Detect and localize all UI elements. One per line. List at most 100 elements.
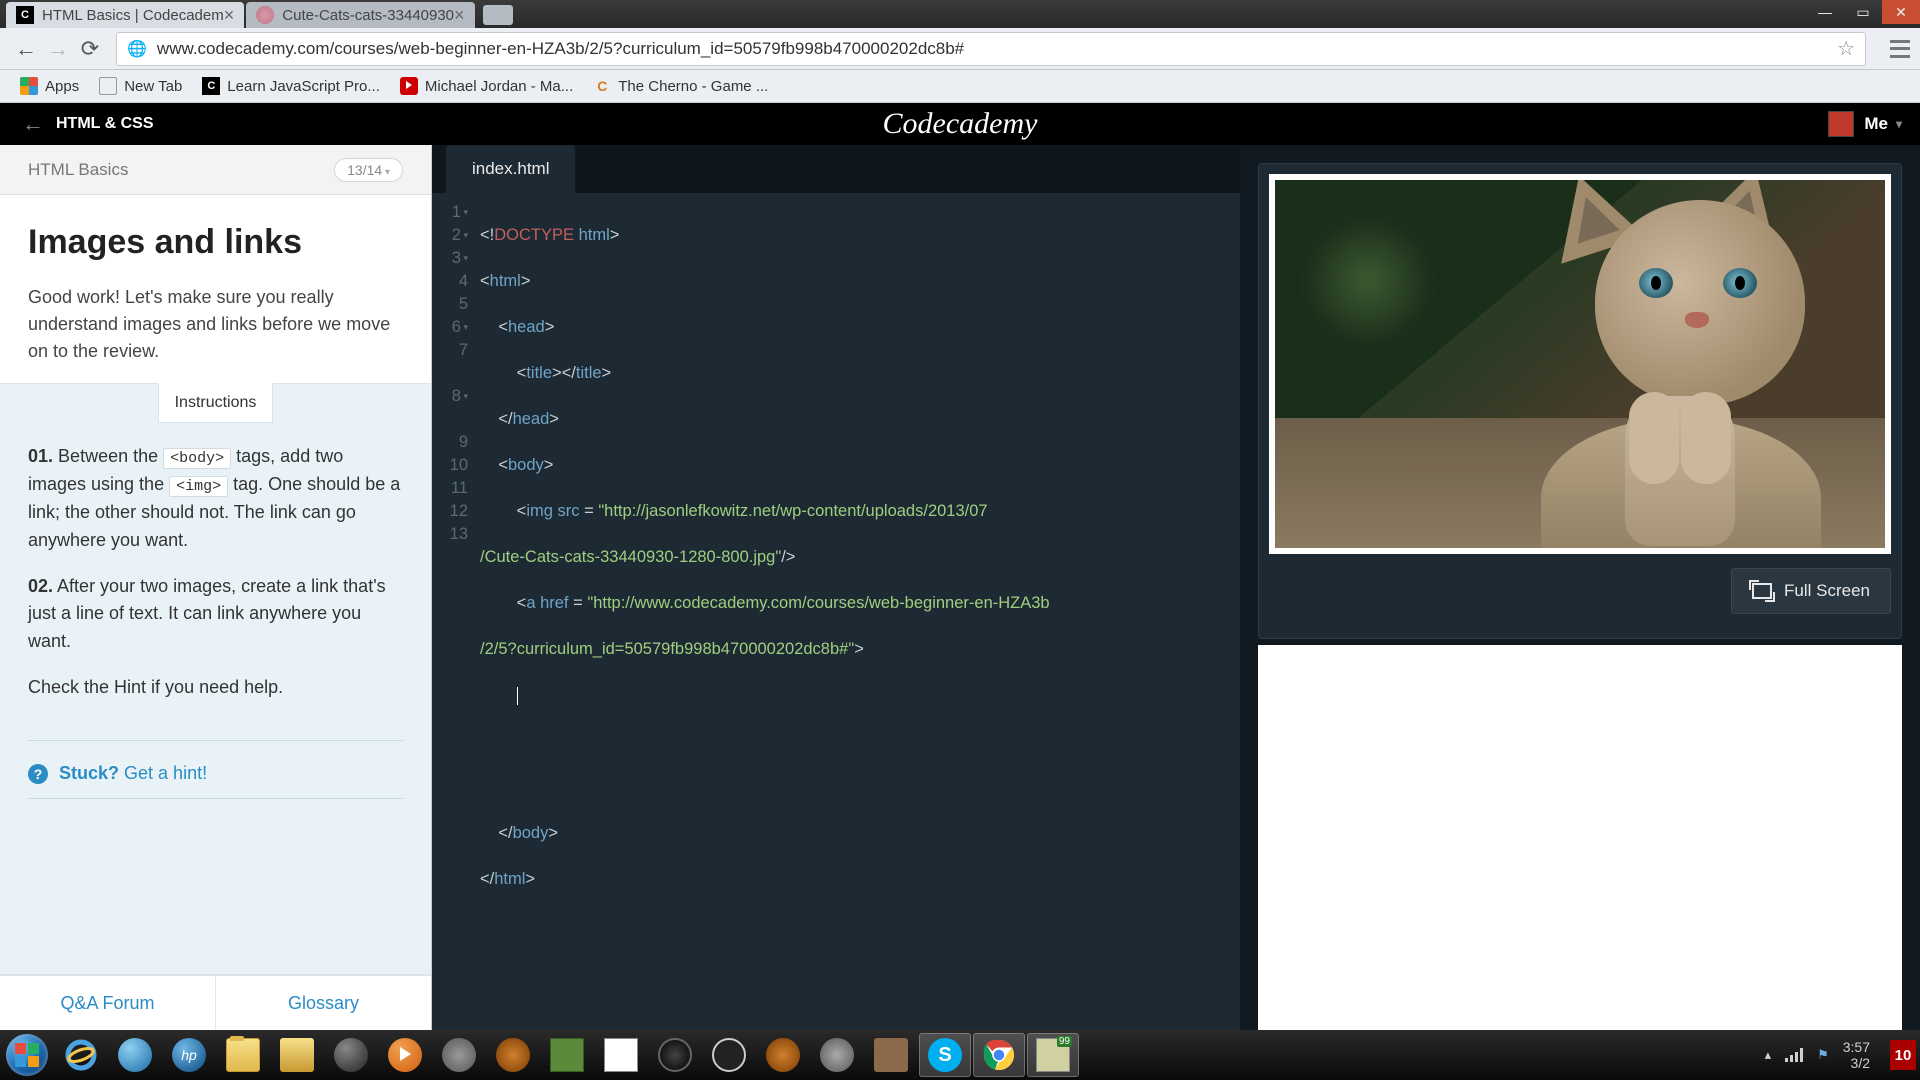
window-close-button[interactable]: ✕: [1882, 0, 1920, 24]
youtube-icon: [400, 77, 418, 95]
taskbar-app4[interactable]: [703, 1033, 755, 1077]
back-arrow-icon[interactable]: ←: [22, 111, 44, 137]
taskbar-chrome[interactable]: [973, 1033, 1025, 1077]
taskbar-notepad[interactable]: [595, 1033, 647, 1077]
lesson-sidebar: HTML Basics 13/14 Images and links Good …: [0, 145, 432, 1030]
line-gutter: 1 2 3 4 5 6 7 8 9 10 11 12 13: [432, 201, 480, 1030]
taskbar-app6[interactable]: [811, 1033, 863, 1077]
brand-logo[interactable]: Codecademy: [883, 107, 1038, 141]
lesson-intro: Good work! Let's make sure you really un…: [28, 284, 403, 365]
chevron-down-icon: ▾: [1896, 117, 1902, 131]
hint-bold: Stuck?: [59, 763, 119, 783]
bookmark-label: Apps: [45, 78, 79, 95]
glossary-link[interactable]: Glossary: [216, 976, 431, 1030]
preview-pane: Full Screen: [1240, 145, 1920, 1030]
code-tag: <body>: [163, 448, 231, 469]
instruction-hintcheck: Check the Hint if you need help.: [28, 674, 403, 702]
section-title: HTML Basics: [28, 160, 128, 180]
tab-title: HTML Basics | Codecadem: [42, 7, 224, 24]
taskbar-explorer[interactable]: [217, 1033, 269, 1077]
instructions-tab: Instructions: [158, 383, 273, 423]
file-tab[interactable]: index.html: [446, 145, 575, 193]
url-text: www.codecademy.com/courses/web-beginner-…: [157, 39, 964, 59]
browser-tabstrip: C HTML Basics | Codecadem × Cute-Cats-ca…: [0, 0, 1920, 28]
divider: [28, 740, 403, 741]
bookmark-js[interactable]: C Learn JavaScript Pro...: [192, 72, 390, 100]
breadcrumb[interactable]: HTML & CSS: [56, 115, 153, 133]
taskbar-app1[interactable]: [271, 1033, 323, 1077]
taskbar-app3[interactable]: [487, 1033, 539, 1077]
nav-reload-button[interactable]: ⟳: [76, 35, 104, 63]
avatar: [1828, 111, 1854, 137]
wifi-icon[interactable]: [1785, 1048, 1803, 1062]
browser-nav-row: ← → ⟳ 🌐 www.codecademy.com/courses/web-b…: [0, 28, 1920, 70]
taskbar-app7[interactable]: [865, 1033, 917, 1077]
step-number: 01.: [28, 446, 53, 466]
bookmark-star-icon[interactable]: ☆: [1837, 36, 1855, 61]
tray-expand-icon[interactable]: ▴: [1765, 1047, 1772, 1063]
windows-taskbar: hp S 99 ▴ ⚑ 3:57 3/2 10: [0, 1030, 1920, 1080]
browser-tab-inactive[interactable]: Cute-Cats-cats-33440930 ×: [246, 2, 474, 28]
browser-menu-icon[interactable]: [1890, 40, 1910, 58]
fullscreen-button[interactable]: Full Screen: [1731, 568, 1891, 614]
instruction-step-1: 01. Between the <body> tags, add two ima…: [28, 443, 403, 555]
browser-tab-active[interactable]: C HTML Basics | Codecadem ×: [6, 2, 244, 28]
nav-forward-button[interactable]: →: [44, 35, 72, 63]
windows-orb-icon: [6, 1034, 48, 1076]
bookmark-newtab[interactable]: New Tab: [89, 72, 192, 100]
bookmark-apps[interactable]: Apps: [10, 72, 89, 100]
taskbar-hp[interactable]: hp: [163, 1033, 215, 1077]
step-text: Between the: [58, 446, 163, 466]
divider: [28, 798, 403, 799]
hint-row[interactable]: ? Stuck? Get a hint!: [0, 751, 431, 788]
taskbar-ie[interactable]: [55, 1033, 107, 1077]
taskbar-app8[interactable]: 99: [1027, 1033, 1079, 1077]
address-bar[interactable]: 🌐 www.codecademy.com/courses/web-beginne…: [116, 32, 1866, 66]
nav-back-button[interactable]: ←: [12, 35, 40, 63]
clock-date: 3/2: [1843, 1055, 1870, 1071]
start-button[interactable]: [0, 1030, 54, 1080]
system-tray[interactable]: ▴ ⚑ 3:57 3/2 10: [1765, 1039, 1920, 1071]
taskbar-orb-app[interactable]: [109, 1033, 161, 1077]
hint-icon: ?: [28, 764, 48, 784]
bookmark-yt[interactable]: Michael Jordan - Ma...: [390, 72, 583, 100]
taskbar-app5[interactable]: [757, 1033, 809, 1077]
window-maximize-button[interactable]: ▭: [1844, 0, 1882, 24]
tab-close-icon[interactable]: ×: [224, 5, 235, 26]
lesson-section-header: HTML Basics 13/14: [0, 145, 431, 195]
user-label: Me: [1864, 114, 1888, 134]
tab-favicon: [256, 6, 274, 24]
tab-title: Cute-Cats-cats-33440930: [282, 7, 454, 24]
tab-favicon: C: [16, 6, 34, 24]
preview-whitespace: [1258, 645, 1902, 1030]
window-minimize-button[interactable]: —: [1806, 0, 1844, 24]
qa-forum-link[interactable]: Q&A Forum: [0, 976, 216, 1030]
hint-link[interactable]: Get a hint!: [119, 763, 207, 783]
new-tab-button[interactable]: [483, 5, 513, 25]
preview-card: Full Screen: [1258, 163, 1902, 639]
taskbar-obs[interactable]: [649, 1033, 701, 1077]
code-editor[interactable]: 1 2 3 4 5 6 7 8 9 10 11 12 13 <!DOCTYPE …: [432, 193, 1240, 1030]
clock[interactable]: 3:57 3/2: [1843, 1039, 1870, 1071]
tab-close-icon[interactable]: ×: [454, 5, 465, 26]
c-icon: C: [593, 77, 611, 95]
app-header: ← HTML & CSS Codecademy Me ▾: [0, 103, 1920, 145]
taskbar-app2[interactable]: [433, 1033, 485, 1077]
tray-flag-icon[interactable]: ⚑: [1817, 1047, 1829, 1063]
lesson-counter[interactable]: 13/14: [334, 158, 403, 182]
bookmark-label: The Cherno - Game ...: [618, 78, 768, 95]
page-icon: [99, 77, 117, 95]
bookmark-label: New Tab: [124, 78, 182, 95]
taskbar-minecraft[interactable]: [541, 1033, 593, 1077]
taskbar-steam[interactable]: [325, 1033, 377, 1077]
taskbar-skype[interactable]: S: [919, 1033, 971, 1077]
bookmark-cherno[interactable]: C The Cherno - Game ...: [583, 72, 778, 100]
user-menu[interactable]: Me ▾: [1828, 111, 1902, 137]
bookmark-label: Learn JavaScript Pro...: [227, 78, 380, 95]
step-number: 02.: [28, 576, 53, 596]
tray-red-badge[interactable]: 10: [1890, 1040, 1916, 1070]
codecademy-icon: C: [202, 77, 220, 95]
apps-grid-icon: [20, 77, 38, 95]
taskbar-wmp[interactable]: [379, 1033, 431, 1077]
code-text[interactable]: <!DOCTYPE html> <html> <head> <title></t…: [480, 201, 1240, 1030]
